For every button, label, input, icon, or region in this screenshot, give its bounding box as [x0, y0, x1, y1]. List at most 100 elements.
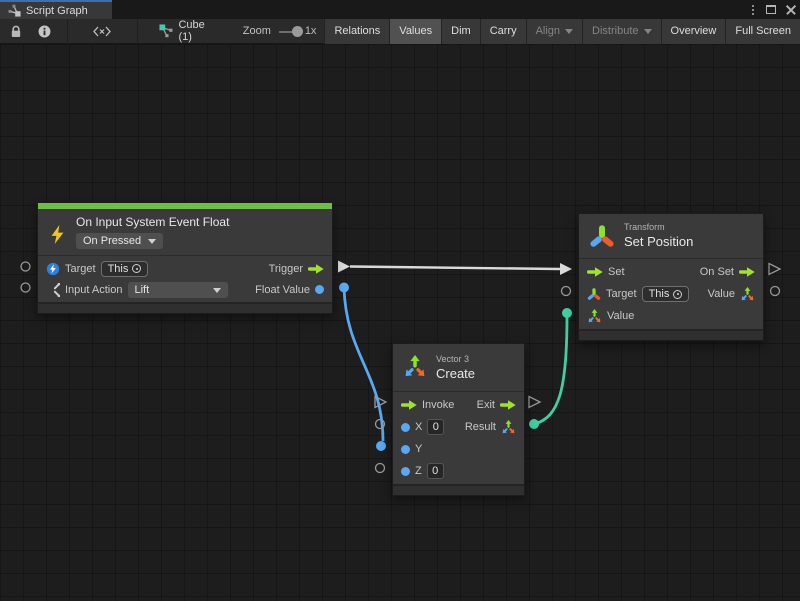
- port-row-y: Y: [393, 438, 524, 460]
- script-graph-window: Script Graph: [0, 0, 800, 601]
- values-button[interactable]: Values: [389, 19, 441, 44]
- wire-floatvalue-to-y[interactable]: [344, 288, 383, 442]
- zoom-slider[interactable]: [279, 19, 301, 44]
- control-flow-arrow-icon[interactable]: [500, 400, 516, 410]
- zoom-label: Zoom: [243, 25, 271, 37]
- transform-value-out-port[interactable]: [771, 287, 780, 296]
- node-on-input-system-event-float[interactable]: On Input System Event Float On Pressed: [37, 202, 333, 314]
- port-rows: Target This Trigger Input Action: [38, 255, 332, 302]
- control-flow-arrow-icon[interactable]: [308, 264, 324, 274]
- tab-title: Script Graph: [26, 5, 88, 17]
- wire-trigger-to-set[interactable]: [350, 267, 560, 270]
- chevron-down-icon: [644, 29, 652, 34]
- node-category: Vector 3: [436, 353, 475, 365]
- tab-bar: Script Graph: [0, 0, 800, 19]
- dim-button[interactable]: Dim: [441, 19, 480, 44]
- target-object-chip[interactable]: This: [101, 261, 149, 277]
- vector3-y-port[interactable]: [376, 441, 386, 451]
- transform-value-in-port[interactable]: [562, 308, 572, 318]
- input-action-dropdown[interactable]: Lift: [128, 282, 228, 298]
- target-object-chip[interactable]: This: [642, 286, 690, 302]
- value-in-label: Value: [607, 310, 634, 322]
- wire-result-to-value[interactable]: [534, 317, 567, 424]
- chevron-down-icon: [213, 288, 221, 293]
- z-value-field[interactable]: 0: [427, 463, 444, 479]
- port-row-input-action: Input Action Lift Float Value: [38, 279, 332, 300]
- graph-icon: [8, 4, 21, 17]
- node-footer: [38, 302, 332, 313]
- node-title: Create: [436, 365, 475, 382]
- input-action-icon: [46, 283, 60, 297]
- window-maximize-icon[interactable]: [766, 5, 776, 14]
- window-controls: [750, 0, 796, 19]
- window-close-icon[interactable]: [786, 5, 796, 15]
- info-icon[interactable]: [30, 19, 59, 44]
- code-values-icon[interactable]: [67, 19, 137, 44]
- node-category: Transform: [624, 221, 693, 233]
- event-input-action-port[interactable]: [21, 283, 30, 292]
- event-mode-dropdown[interactable]: On Pressed: [76, 233, 163, 249]
- distribute-button: Distribute: [582, 19, 660, 44]
- value-port-dot[interactable]: [401, 445, 410, 454]
- carry-button[interactable]: Carry: [480, 19, 526, 44]
- tab-script-graph[interactable]: Script Graph: [0, 0, 112, 19]
- relations-button[interactable]: Relations: [324, 19, 389, 44]
- full-screen-button[interactable]: Full Screen: [725, 19, 800, 44]
- vector3-exit-port[interactable]: [529, 397, 540, 408]
- vector3-icon[interactable]: [740, 287, 755, 302]
- trigger-label: Trigger: [269, 263, 303, 275]
- breadcrumb[interactable]: Cube (1): [137, 19, 216, 43]
- vector3-icon[interactable]: [501, 420, 516, 435]
- value-port-dot[interactable]: [401, 423, 410, 432]
- port-row-invoke: Invoke Exit: [393, 394, 524, 416]
- control-flow-arrow-icon[interactable]: [587, 267, 603, 277]
- target-label: Target: [606, 288, 637, 300]
- port-row-target: Target This Trigger: [38, 258, 332, 279]
- trigger-out-port[interactable]: [338, 261, 350, 273]
- node-header[interactable]: Vector 3 Create: [393, 344, 524, 391]
- node-transform-set-position[interactable]: Transform Set Position Set On Set: [578, 213, 764, 341]
- value-port-dot[interactable]: [315, 285, 324, 294]
- zoom-slider-handle[interactable]: [292, 26, 303, 37]
- x-value-field[interactable]: 0: [427, 419, 444, 435]
- event-target-port[interactable]: [21, 262, 30, 271]
- node-vector3-create[interactable]: Vector 3 Create Invoke Exit: [392, 343, 525, 496]
- node-footer: [393, 484, 524, 495]
- vector3-icon[interactable]: [587, 309, 602, 324]
- transform-mini-icon: [587, 287, 601, 301]
- lock-icon[interactable]: [0, 19, 30, 44]
- window-menu-icon[interactable]: [750, 3, 756, 17]
- chevron-down-icon: [565, 29, 573, 34]
- vector3-result-port[interactable]: [529, 419, 539, 429]
- transform-icon: [589, 223, 615, 249]
- transform-onset-port[interactable]: [769, 264, 780, 275]
- gameobject-event-icon: [46, 262, 60, 276]
- on-set-label: On Set: [700, 266, 734, 278]
- value-out-label: Value: [708, 288, 735, 300]
- graph-canvas[interactable]: On Input System Event Float On Pressed: [0, 44, 800, 601]
- transform-target-port[interactable]: [562, 287, 571, 296]
- vector3-icon: [403, 355, 427, 379]
- node-footer: [579, 329, 763, 340]
- value-port-dot[interactable]: [401, 467, 410, 476]
- result-label: Result: [465, 421, 496, 433]
- vector3-z-port[interactable]: [376, 464, 385, 473]
- object-picker-icon[interactable]: [132, 264, 141, 273]
- graph-toolbar: Cube (1) Zoom 1x Relations Values Dim Ca…: [0, 19, 800, 44]
- graph-node-icon: [159, 24, 173, 38]
- y-label: Y: [415, 443, 422, 455]
- align-button: Align: [526, 19, 582, 44]
- overview-button[interactable]: Overview: [661, 19, 726, 44]
- target-label: Target: [65, 263, 96, 275]
- x-label: X: [415, 421, 422, 433]
- object-picker-icon[interactable]: [673, 290, 682, 299]
- port-row-target: Target This Value: [579, 283, 763, 305]
- control-flow-arrow-icon[interactable]: [401, 400, 417, 410]
- port-rows: Invoke Exit X 0 Result: [393, 391, 524, 484]
- invoke-label: Invoke: [422, 399, 454, 411]
- node-header[interactable]: Transform Set Position: [579, 214, 763, 258]
- port-row-x: X 0 Result: [393, 416, 524, 438]
- node-header[interactable]: On Input System Event Float On Pressed: [38, 209, 332, 255]
- control-flow-arrow-icon[interactable]: [739, 267, 755, 277]
- float-value-out-port[interactable]: [339, 283, 349, 293]
